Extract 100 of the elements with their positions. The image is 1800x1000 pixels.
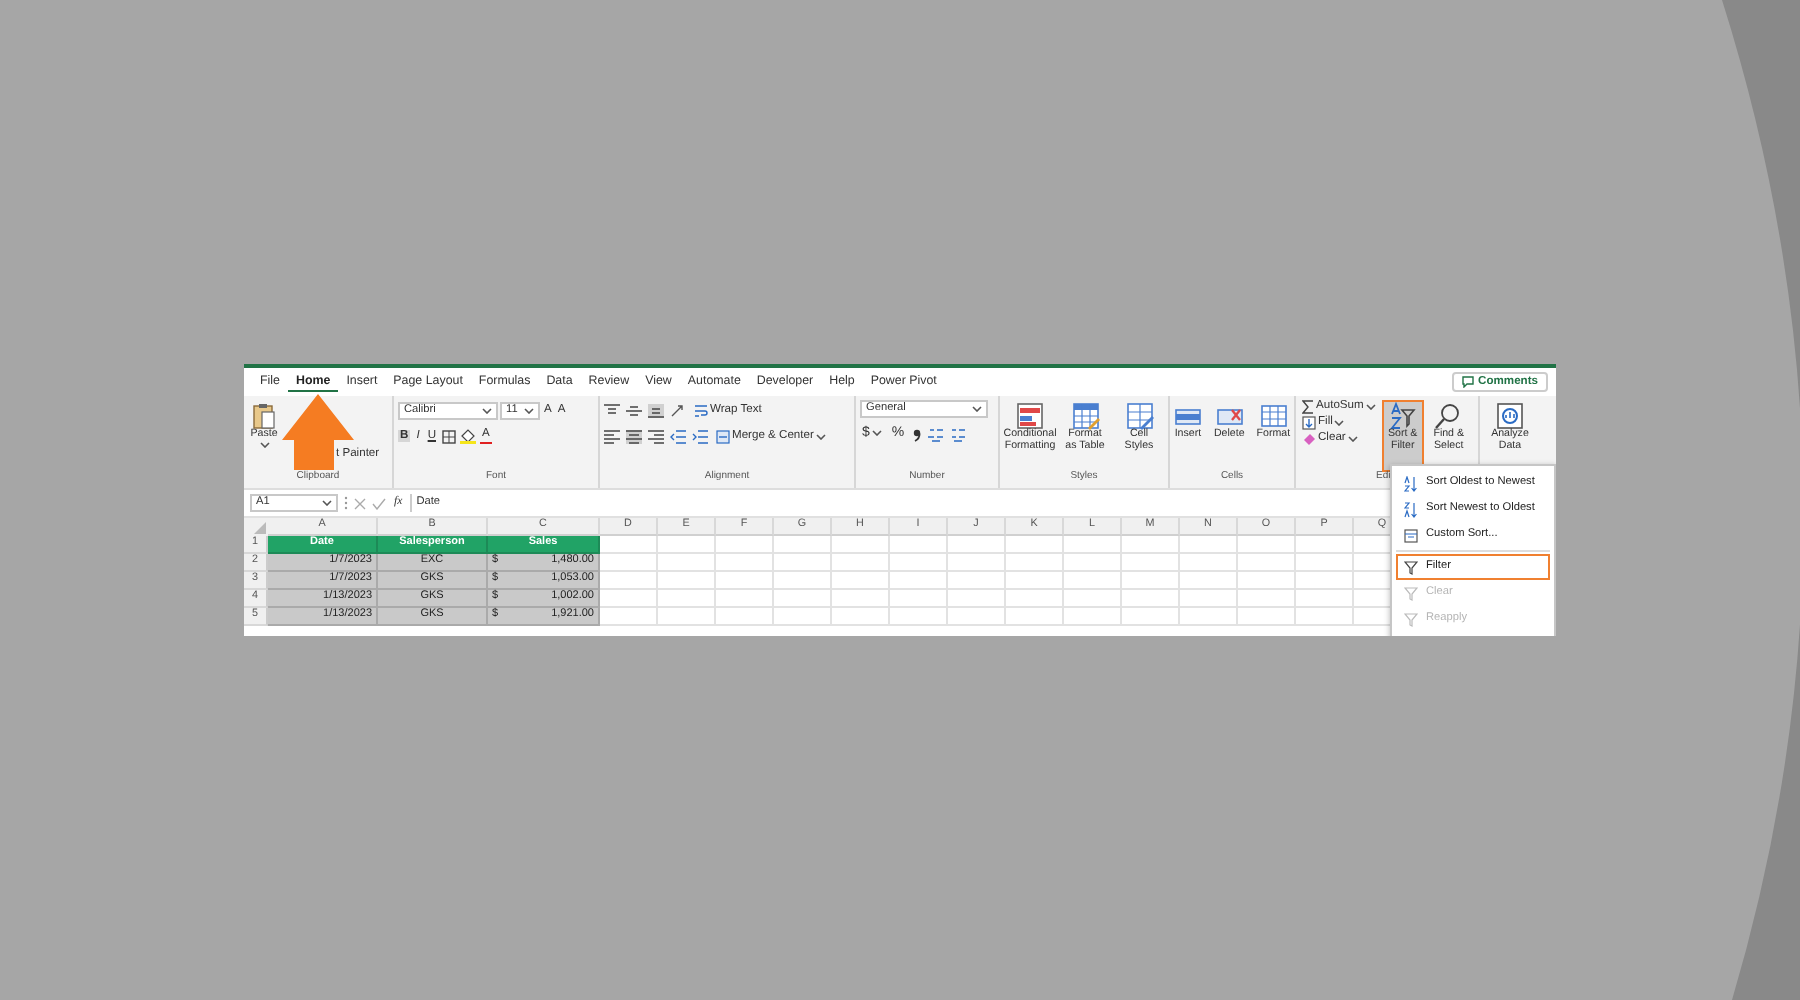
grid-cell[interactable]: [832, 590, 890, 608]
cell-styles-icon: [1125, 402, 1153, 430]
grid-cell[interactable]: [600, 554, 658, 572]
grid-cell[interactable]: [716, 572, 774, 590]
grid-cell[interactable]: [1238, 572, 1296, 590]
wrap-icon: [694, 403, 708, 417]
sort-ascending-icon: [1404, 475, 1418, 491]
grid-cell[interactable]: [600, 572, 658, 590]
eraser-icon: [1302, 432, 1316, 446]
grid-cell[interactable]: [1064, 572, 1122, 590]
grid-cell[interactable]: [1180, 590, 1238, 608]
table-format-icon: [1071, 402, 1099, 430]
grid-cell[interactable]: [1180, 572, 1238, 590]
grid-cell[interactable]: [658, 608, 716, 626]
filter-reapply-icon: [1404, 611, 1418, 627]
grid-cell[interactable]: [832, 536, 890, 554]
borders-icon[interactable]: [442, 429, 456, 443]
grid-cell[interactable]: [1122, 554, 1180, 572]
grid-cell[interactable]: [1238, 590, 1296, 608]
custom-sort-icon: [1404, 527, 1418, 543]
grid-cell[interactable]: [948, 572, 1006, 590]
decrease-decimal-icon[interactable]: [950, 427, 967, 441]
grid-cell[interactable]: [1122, 536, 1180, 554]
grid-cell[interactable]: [1238, 536, 1296, 554]
grid-cell[interactable]: [1122, 572, 1180, 590]
grid-cell[interactable]: [1296, 536, 1354, 554]
fill-down-icon: [1302, 416, 1316, 430]
grid-cell[interactable]: [600, 590, 658, 608]
grid-cell[interactable]: [948, 554, 1006, 572]
grid-cell[interactable]: [1006, 554, 1064, 572]
grid-cell[interactable]: [1006, 572, 1064, 590]
comma-style-icon[interactable]: [912, 427, 923, 441]
grid-cell[interactable]: [948, 590, 1006, 608]
grid-cell[interactable]: [716, 554, 774, 572]
align-center-icon[interactable]: [626, 429, 642, 443]
grid-cell[interactable]: [1064, 554, 1122, 572]
caret-icon: [1365, 404, 1376, 410]
grid-cell[interactable]: [658, 536, 716, 554]
grid-cell[interactable]: [890, 554, 948, 572]
grid-cell[interactable]: [1180, 554, 1238, 572]
grid-cell[interactable]: [1238, 608, 1296, 626]
grid-cell[interactable]: [716, 608, 774, 626]
caret-icon: [322, 500, 332, 506]
grid-cell[interactable]: [832, 608, 890, 626]
grid-cell[interactable]: [832, 554, 890, 572]
grid-cell[interactable]: [890, 536, 948, 554]
grid-cell[interactable]: [1296, 590, 1354, 608]
grid-cell[interactable]: [774, 608, 832, 626]
magnifier-icon: [1434, 402, 1463, 430]
grid-cell[interactable]: [600, 536, 658, 554]
align-top-icon[interactable]: [604, 403, 620, 417]
grid-cell[interactable]: [658, 554, 716, 572]
grid-cell[interactable]: [1238, 554, 1296, 572]
grid-cell[interactable]: [948, 608, 1006, 626]
grid-cell[interactable]: [1180, 536, 1238, 554]
grid-cell[interactable]: [1122, 590, 1180, 608]
caret-icon: [871, 430, 882, 437]
orientation-icon[interactable]: [670, 403, 686, 417]
align-right-icon[interactable]: [648, 429, 664, 443]
grid-cell[interactable]: [774, 554, 832, 572]
grid-cell[interactable]: [1122, 608, 1180, 626]
grid-cell[interactable]: [1064, 608, 1122, 626]
grid-cell[interactable]: [658, 572, 716, 590]
grid-cell[interactable]: [1006, 590, 1064, 608]
format-cells-icon: [1259, 402, 1288, 430]
grid-cell[interactable]: [716, 536, 774, 554]
grid-cell[interactable]: [774, 590, 832, 608]
grid-cell[interactable]: [1006, 608, 1064, 626]
filter-clear-icon: [1404, 585, 1418, 601]
select-all-icon[interactable]: [244, 518, 268, 536]
grid-cell[interactable]: [600, 608, 658, 626]
grid-cell[interactable]: [1064, 590, 1122, 608]
caret-icon: [482, 407, 492, 413]
grid-cell[interactable]: [1006, 536, 1064, 554]
grid-cell[interactable]: [1064, 536, 1122, 554]
grid-cell[interactable]: [1296, 554, 1354, 572]
cancel-icon[interactable]: [354, 497, 366, 509]
grid-cell[interactable]: [774, 536, 832, 554]
filter-icon: [1404, 559, 1418, 575]
grid-cell[interactable]: [948, 536, 1006, 554]
grid-cell[interactable]: [716, 590, 774, 608]
grid-cell[interactable]: [1180, 608, 1238, 626]
grid-cell[interactable]: [890, 590, 948, 608]
grid-cell[interactable]: [1296, 572, 1354, 590]
clipboard-icon: [252, 402, 276, 430]
grid-cell[interactable]: [890, 572, 948, 590]
align-left-icon[interactable]: [604, 429, 620, 443]
grid-cell[interactable]: [890, 608, 948, 626]
confirm-icon[interactable]: [372, 497, 386, 509]
grid-cell[interactable]: [658, 590, 716, 608]
increase-indent-icon[interactable]: [692, 429, 708, 443]
grid-cell[interactable]: [832, 572, 890, 590]
decrease-indent-icon[interactable]: [670, 429, 686, 443]
fill-color-icon[interactable]: [460, 428, 476, 444]
grid-cell[interactable]: [1296, 608, 1354, 626]
align-middle-icon[interactable]: [626, 403, 642, 417]
sort-descending-icon: [1404, 501, 1418, 517]
align-bottom-icon[interactable]: [648, 403, 664, 417]
caret-icon: [524, 407, 534, 413]
grid-cell[interactable]: [774, 572, 832, 590]
